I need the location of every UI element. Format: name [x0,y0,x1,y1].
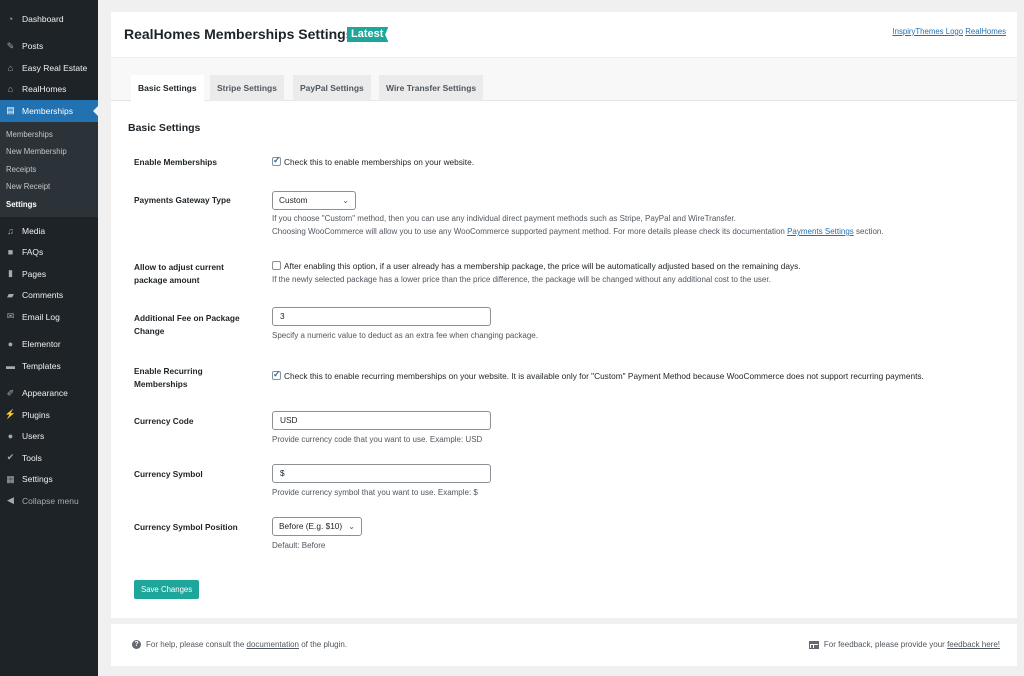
adjust-amount-checkbox[interactable] [272,261,281,270]
sidebar-item-plugins[interactable]: ⚡ Plugins [0,404,98,426]
sidebar-item-email-log[interactable]: ✉ Email Log [0,306,98,328]
collapse-menu-button[interactable]: ◀ Collapse menu [0,490,98,512]
house-check-icon: ⌂ [7,62,14,73]
adjust-amount-description: If the newly selected package has a lowe… [272,275,771,284]
latest-badge: Latest [347,27,389,42]
submenu-receipts[interactable]: Receipts [0,161,98,179]
submenu-new-receipt[interactable]: New Receipt [0,178,98,196]
symbol-position-select[interactable]: Before (E.g. $10) ⌄ [272,517,362,536]
additional-fee-input[interactable]: 3 [272,307,491,326]
chevron-down-icon: ⌄ [342,196,349,205]
wrench-icon: ✔ [6,452,15,463]
save-changes-button[interactable]: Save Changes [134,580,200,599]
submenu-new-membership[interactable]: New Membership [0,143,98,161]
help-icon: ? [132,640,141,649]
tab-basic-settings[interactable]: Basic Settings [131,75,204,103]
symbol-position-description: Default: Before [272,541,326,550]
header-links: InspiryThemes Logo RealHomes [892,27,1006,36]
user-icon: ● [7,431,14,442]
chat-bubbles-icon: ■ [7,247,14,258]
adjust-amount-label: Allow to adjust current package amount [134,262,224,285]
currency-code-label: Currency Code [134,416,194,426]
media-icon: ♫ [7,225,14,236]
submenu-memberships[interactable]: Memberships [0,126,98,144]
sidebar-item-easy-real-estate[interactable]: ⌂ Easy Real Estate [0,57,98,79]
inspirythemes-logo-link[interactable]: InspiryThemes Logo [892,27,963,36]
enable-memberships-checkbox[interactable] [272,155,281,166]
id-card-icon: ▤ [6,105,15,116]
symbol-position-label: Currency Symbol Position [134,522,238,532]
memberships-submenu: Memberships New Membership Receipts New … [0,121,98,217]
footer-help: ? For help, please consult the documenta… [132,640,347,649]
elementor-icon: ● [7,339,14,350]
enable-memberships-field: Check this to enable memberships on your… [272,155,474,167]
sliders-icon: ▦ [6,473,15,484]
dashboard-icon: ◔ [7,13,14,24]
feedback-link[interactable]: feedback here! [947,640,1000,649]
gateway-description: If you choose "Custom" method, then you … [272,214,884,236]
currency-symbol-description: Provide currency symbol that you want to… [272,488,478,497]
additional-fee-description: Specify a numeric value to deduct as an … [272,331,538,340]
plug-icon: ⚡ [4,409,17,420]
sidebar-item-memberships[interactable]: ▤ Memberships [0,100,98,122]
feedback-icon [808,640,819,649]
page-title: RealHomes Memberships Settings [124,26,354,42]
sidebar-item-posts[interactable]: ✎ Posts [0,36,98,58]
comment-icon: ▰ [7,289,14,300]
pin-icon: ✎ [6,40,15,51]
sidebar-item-faqs[interactable]: ■ FAQs [0,242,98,264]
sidebar-item-settings[interactable]: ▦ Settings [0,469,98,491]
house-outline-icon: ⌂ [7,84,14,95]
tab-stripe-settings[interactable]: Stripe Settings [210,75,284,102]
settings-header: RealHomes Memberships Settings Latest In… [111,12,1017,57]
section-title: Basic Settings [128,122,201,134]
enable-memberships-label: Enable Memberships [134,157,217,167]
payments-settings-link[interactable]: Payments Settings [787,227,854,236]
sidebar-item-tools[interactable]: ✔ Tools [0,447,98,469]
settings-footer: ? For help, please consult the documenta… [111,624,1017,666]
sidebar-item-realhomes[interactable]: ⌂ RealHomes [0,79,98,101]
admin-sidebar: ◔ Dashboard ✎ Posts ⌂ Easy Real Estate ⌂ Rea… [0,0,98,676]
documentation-link[interactable]: documentation [247,640,299,649]
gateway-type-select[interactable]: Custom ⌄ [272,191,356,210]
sidebar-item-comments[interactable]: ▰ Comments [0,285,98,307]
chevron-down-icon: ⌄ [348,522,355,531]
currency-code-input[interactable]: USD [272,411,491,430]
sidebar-item-pages[interactable]: ▮ Pages [0,263,98,285]
adjust-amount-field: After enabling this option, if a user al… [272,261,801,271]
envelope-icon: ✉ [6,311,15,322]
folder-icon: ▬ [6,360,15,371]
recurring-label: Enable Recurring Memberships [134,366,203,389]
tab-paypal-settings[interactable]: PayPal Settings [293,75,371,102]
sidebar-item-media[interactable]: ♫ Media [0,220,98,242]
recurring-checkbox[interactable] [272,369,281,380]
additional-fee-label: Additional Fee on Package Change [134,313,240,336]
sidebar-item-users[interactable]: ● Users [0,426,98,448]
paintbrush-icon: ✐ [6,387,15,398]
realhomes-link[interactable]: RealHomes [965,27,1006,36]
currency-code-description: Provide currency code that you want to u… [272,435,483,444]
pages-icon: ▮ [8,268,13,279]
submenu-settings[interactable]: Settings [0,196,98,214]
sidebar-item-templates[interactable]: ▬ Templates [0,355,98,377]
collapse-icon: ◀ [7,495,14,506]
currency-symbol-label: Currency Symbol [134,469,203,479]
gateway-type-label: Payments Gateway Type [134,195,231,205]
sidebar-item-elementor[interactable]: ● Elementor [0,334,98,356]
currency-symbol-input[interactable]: $ [272,464,491,483]
sidebar-item-appearance[interactable]: ✐ Appearance [0,383,98,405]
settings-tabs: Basic Settings Stripe Settings PayPal Se… [111,57,1017,103]
settings-form: Basic Settings Enable Memberships Check … [111,101,1017,618]
tab-wire-transfer-settings[interactable]: Wire Transfer Settings [379,75,484,102]
recurring-field: Check this to enable recurring membershi… [272,369,924,381]
footer-feedback: For feedback, please provide your feedba… [808,640,1000,649]
sidebar-item-dashboard[interactable]: ◔ Dashboard [0,8,98,30]
